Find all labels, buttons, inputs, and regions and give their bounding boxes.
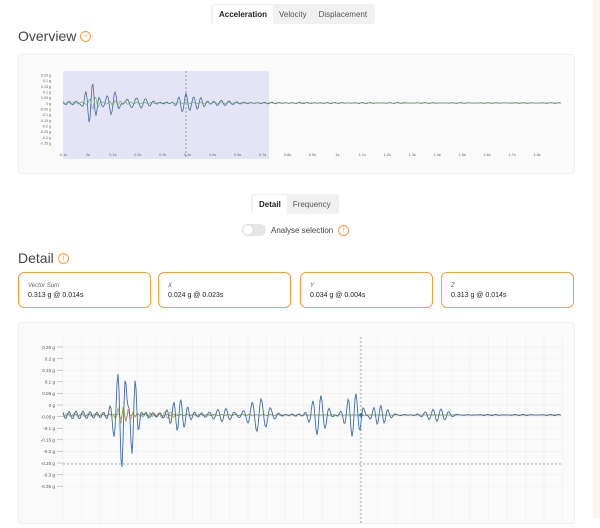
detail-y-tick: -0.05 g [41,414,56,419]
overview-y-tick: 0.1 g [43,91,51,95]
overview-x-tick: 0.5s [209,153,216,157]
overview-selection-region[interactable] [63,71,269,159]
overview-y-tick: -0.25 g [40,130,51,134]
detail-cursor-marker [359,413,363,417]
overview-x-tick: 0.9s [309,153,316,157]
overview-chart-panel: 0.25 g 0.2 g 0.15 g 0.1 g 0.05 g0 g -0.05 g -0… [18,54,575,174]
tab-velocity[interactable]: Velocity [273,5,313,24]
overview-y-tick: 0.25 g [41,74,51,78]
overview-x-tick: -0.1s [59,153,68,157]
info-icon[interactable]: i [338,224,350,236]
overview-y-tick: 0.2 g [43,79,51,83]
scrollbar[interactable] [593,0,600,518]
overview-y-tick: -0.05 g [40,108,51,112]
stat-card-value: 0.313 g @ 0.014s [28,292,84,299]
overview-x-tick: 0.7s [259,153,266,157]
stat-card-label: Z [451,283,455,289]
detail-title-row: Detail i [18,250,69,266]
detail-y-tick: -0.15 g [41,438,56,443]
stat-card-label: Vector Sum [28,283,60,289]
analyse-selection-row: Analyse selection i [242,224,350,236]
measurement-tabs: Acceleration Velocity Displacement [211,4,376,24]
toggle-knob [243,225,253,235]
overview-x-tick: 0.2s [134,153,141,157]
overview-y-tick: -0.1 g [42,113,51,117]
stat-card-y: Y 0.034 g @ 0.004s [300,272,433,308]
detail-y-tick: 0.05 g [42,391,55,396]
detail-y-tick: -0.1 g [43,426,55,431]
stat-card-value: 0.313 g @ 0.014s [451,292,507,299]
detail-chart[interactable]: 0.25 g 0.2 g 0.15 g 0.1 g 0.05 g 0 g -0.05 g -0… [19,323,574,523]
overview-y-tick: -0.35 g [40,142,51,146]
overview-x-tick: 0.4s [184,153,191,157]
detail-y-tick: 0.1 g [45,380,56,385]
analyse-selection-label: Analyse selection [271,225,334,235]
detail-y-tick: 0.15 g [42,368,55,373]
stat-card-label: Y [310,283,315,289]
overview-title: Overview [18,28,77,44]
stat-card-vector-sum: Vector Sum 0.313 g @ 0.014s [18,272,151,308]
overview-x-tick: 0.6s [234,153,241,157]
stat-card-x: X 0.024 g @ 0.023s [158,272,291,308]
analyse-selection-toggle[interactable] [242,224,266,236]
overview-y-tick: -0.15 g [40,119,51,123]
overview-y-tick: -0.3 g [42,136,51,140]
detail-title: Detail [18,250,54,266]
tab-detail[interactable]: Detail [253,194,287,214]
detail-y-tick: -0.3 g [43,472,55,477]
detail-y-tick: -0.25 g [41,461,56,466]
overview-chart[interactable]: 0.25 g0.2 g0.15 g0.1 g0.05 g0 g-0.05 g-0… [19,55,574,173]
overview-y-tick: 0 g [46,102,51,106]
analysis-tabs: Detail Frequency [251,194,339,214]
overview-title-row: Overview i [18,28,92,44]
detail-y-tick: 0.25 g [42,345,55,350]
tab-displacement[interactable]: Displacement [313,5,373,24]
overview-x-tick: 0s [86,153,90,157]
stat-card-label: X [168,283,173,289]
tab-acceleration[interactable]: Acceleration [213,4,274,24]
detail-y-tick: 0.2 g [45,356,56,361]
overview-y-tick: 0.05 g [41,96,51,100]
overview-x-tick: 1.2s [384,153,391,157]
overview-x-tick: 0.8s [284,153,291,157]
overview-x-tick: 1.1s [359,153,366,157]
detail-chart-panel: 0.25 g 0.2 g 0.15 g 0.1 g 0.05 g 0 g -0.05 g -0… [18,322,575,524]
detail-y-tick: -0.35 g [41,484,56,489]
info-icon[interactable]: i [57,252,69,264]
info-icon[interactable]: i [80,30,92,42]
stat-card-z: Z 0.313 g @ 0.014s [441,272,574,308]
overview-x-tick: 1.7s [508,153,515,157]
detail-y-tick: -0.2 g [43,449,55,454]
overview-x-tick: 1s [335,153,339,157]
stat-card-value: 0.034 g @ 0.004s [310,292,366,299]
overview-x-tick: 0.1s [109,153,116,157]
detail-y-tick: 0 g [49,403,56,408]
overview-y-tick: 0.15 g [41,85,51,89]
tab-frequency[interactable]: Frequency [287,195,337,214]
stat-card-value: 0.024 g @ 0.023s [168,292,224,299]
overview-x-tick: 1.8s [533,153,540,157]
overview-x-tick: 1.3s [409,153,416,157]
overview-y-tick: -0.2 g [42,125,51,129]
detail-z-series [62,374,562,468]
overview-x-tick: 1.6s [484,153,491,157]
overview-x-tick: 1.5s [459,153,466,157]
overview-x-tick: 1.4s [434,153,441,157]
overview-x-tick: 0.3s [159,153,166,157]
